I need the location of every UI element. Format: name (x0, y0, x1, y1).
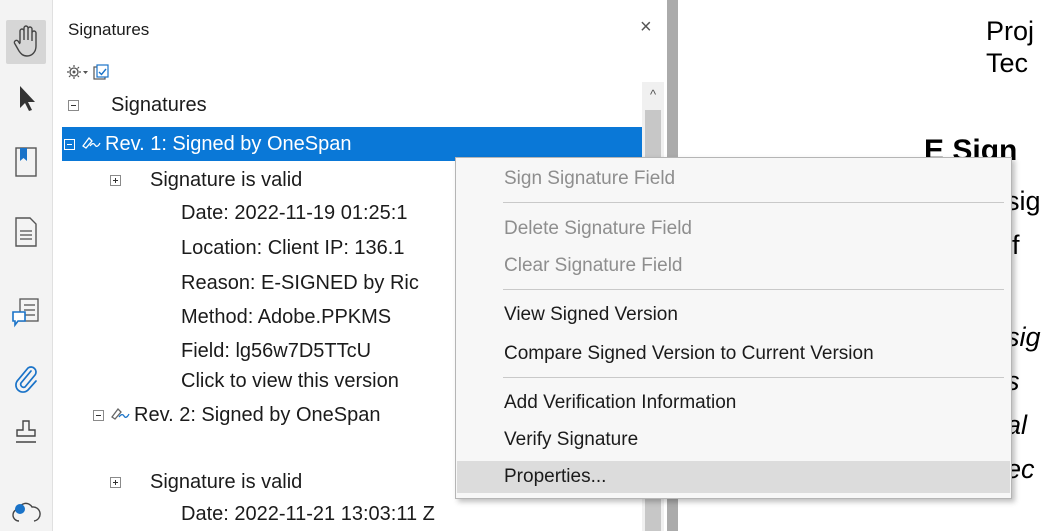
menu-separator (503, 377, 1004, 378)
tree-item-method: Method: Adobe.PPKMS (181, 305, 392, 328)
menu-item-clear-signature-field[interactable]: Clear Signature Field (457, 250, 1010, 282)
tree-item-location: Location: Client IP: 136.1 (181, 236, 405, 259)
options-gear-icon[interactable] (67, 64, 89, 85)
tree-item-rev-1[interactable]: Rev. 1: Signed by OneSpan (62, 127, 642, 161)
validate-all-icon[interactable] (93, 64, 109, 85)
bookmarks-panel-button[interactable] (6, 140, 46, 184)
arrow-pointer-icon (20, 86, 35, 111)
menu-item-properties[interactable]: Properties... (457, 461, 1010, 493)
menu-item-verify-signature[interactable]: Verify Signature (457, 424, 1010, 456)
tree-item-reason: Reason: E-SIGNED by Ric (181, 271, 419, 294)
panel-tools (67, 64, 109, 85)
context-menu: Sign Signature Field Delete Signature Fi… (455, 157, 1012, 499)
comments-panel-button[interactable] (6, 290, 46, 334)
hand-tool-button[interactable] (6, 20, 46, 64)
cloud-panel-button[interactable] (6, 488, 46, 531)
menu-item-compare-signed-version[interactable]: Compare Signed Version to Current Versio… (457, 338, 1010, 370)
doc-text-line: Tec (986, 48, 1029, 78)
scroll-up-arrow-icon[interactable]: ^ (645, 88, 661, 102)
panel-close-button[interactable]: × (640, 17, 652, 37)
panel-title: Signatures (68, 20, 150, 39)
menu-item-add-verification-information[interactable]: Add Verification Information (457, 387, 1010, 419)
expand-toggle-icon[interactable] (110, 174, 121, 186)
tree-item-view-version[interactable]: Click to view this version (181, 364, 399, 398)
tree-root-signatures[interactable]: Signatures (68, 88, 207, 122)
signatures-panel-button[interactable] (6, 410, 46, 454)
tree-item-date: Date: 2022-11-19 01:25:1 (181, 201, 408, 224)
collapse-toggle-icon[interactable] (68, 99, 79, 111)
menu-item-view-signed-version[interactable]: View Signed Version (457, 299, 1010, 331)
menu-separator (503, 202, 1004, 203)
expand-toggle-icon[interactable] (110, 476, 121, 488)
comment-list-icon (12, 298, 39, 328)
cloud-icon (12, 502, 41, 522)
attachments-panel-button[interactable] (6, 356, 46, 400)
tree-item-signature-valid[interactable]: Signature is valid (110, 163, 302, 197)
left-toolbar (0, 0, 53, 531)
collapse-toggle-icon[interactable] (93, 409, 104, 421)
tree-item-rev-2[interactable]: Rev. 2: Signed by OneSpan (93, 398, 380, 432)
signature-pen-icon (110, 404, 130, 427)
signature-pen-icon (81, 133, 101, 156)
tree-item-field: Field: lg56w7D5TTcU (181, 339, 372, 362)
menu-item-delete-signature-field[interactable]: Delete Signature Field (457, 213, 1010, 245)
page-icon (15, 217, 37, 247)
stamp-icon (16, 420, 36, 443)
tree-item-signature-valid-2[interactable]: Signature is valid (110, 465, 302, 499)
collapse-toggle-icon[interactable] (64, 138, 75, 150)
paperclip-icon (15, 366, 37, 393)
hand-icon (13, 25, 37, 57)
pages-panel-button[interactable] (6, 210, 46, 254)
doc-text-line: Proj (986, 16, 1035, 46)
tree-item-date-2: Date: 2022-11-21 13:03:11 Z (181, 502, 435, 525)
select-tool-button[interactable] (6, 76, 46, 120)
menu-item-sign-signature-field[interactable]: Sign Signature Field (457, 163, 1010, 195)
bookmark-icon (15, 147, 37, 177)
menu-separator (503, 289, 1004, 290)
